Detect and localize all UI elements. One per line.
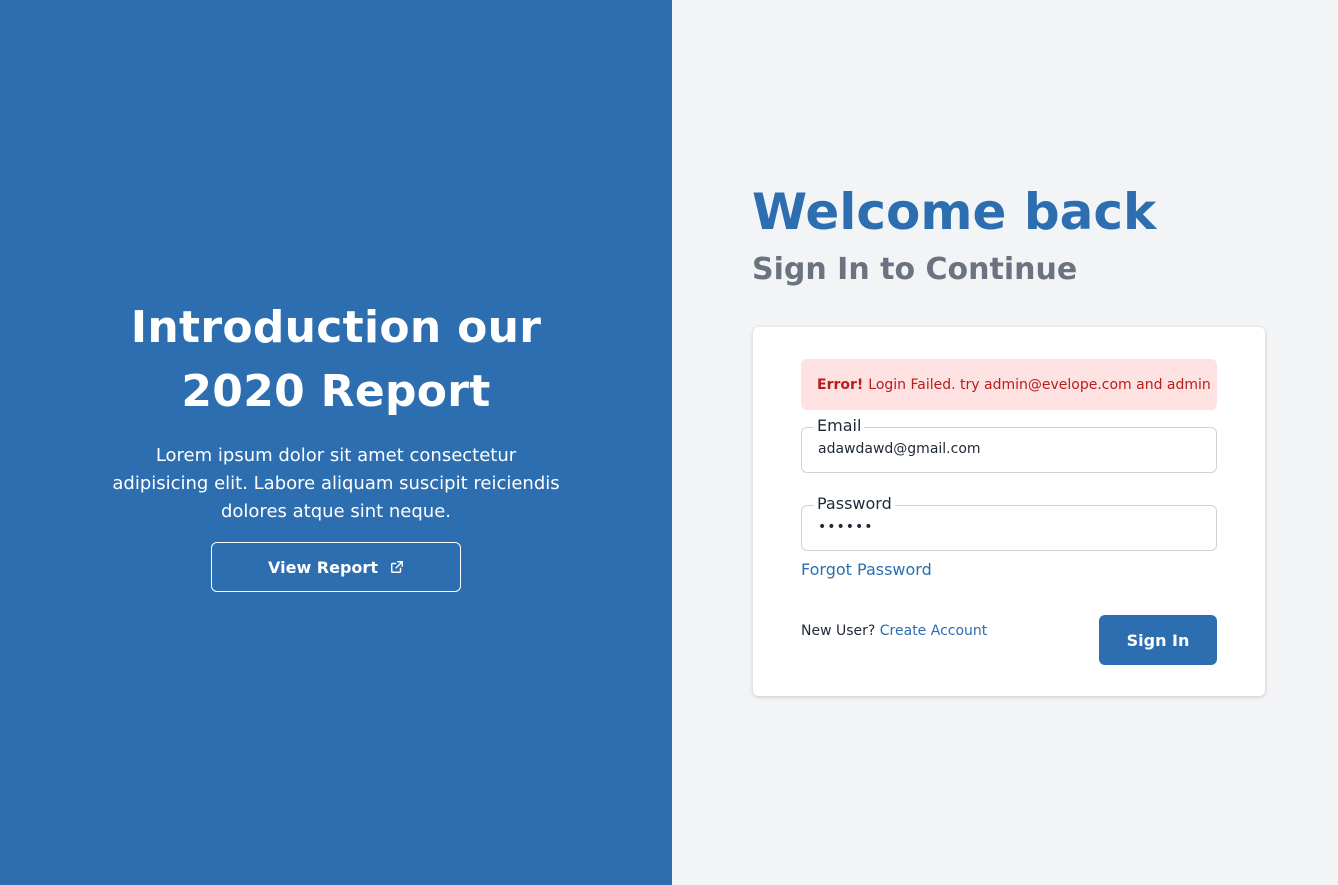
intro-panel: Introduction our 2020 Report Lorem ipsum…: [0, 0, 672, 885]
error-alert: Error! Login Failed. try admin@evelope.c…: [801, 359, 1217, 410]
intro-description: Lorem ipsum dolor sit amet consectetur a…: [112, 445, 560, 522]
view-report-button[interactable]: View Report: [211, 542, 461, 592]
email-input-value[interactable]: adawdawd@gmail.com: [818, 441, 981, 457]
sign-in-button[interactable]: Sign In: [1099, 615, 1217, 665]
password-input-value[interactable]: ••••••: [818, 519, 874, 535]
email-field[interactable]: Email adawdawd@gmail.com: [801, 416, 1217, 473]
new-user-row: New User? Create Account: [801, 623, 987, 639]
new-user-text: New User?: [801, 623, 880, 639]
intro-title-line2: 2020 Report: [181, 366, 491, 417]
email-label: Email: [814, 416, 865, 436]
view-report-label: View Report: [268, 557, 378, 577]
login-card: Error! Login Failed. try admin@evelope.c…: [753, 327, 1265, 696]
signin-subtitle: Sign In to Continue: [752, 252, 1078, 287]
create-account-link[interactable]: Create Account: [880, 623, 988, 639]
login-panel: Welcome back Sign In to Continue Error! …: [672, 0, 1338, 885]
external-link-icon: [391, 561, 403, 573]
forgot-password-link[interactable]: Forgot Password: [801, 560, 932, 579]
error-message: Login Failed. try admin@evelope.com and …: [868, 376, 1211, 393]
intro-content: Introduction our 2020 Report Lorem ipsum…: [0, 296, 672, 592]
error-prefix: Error!: [817, 376, 864, 393]
password-field[interactable]: Password ••••••: [801, 494, 1217, 551]
intro-title: Introduction our 2020 Report: [86, 296, 586, 424]
password-label: Password: [814, 494, 895, 514]
intro-title-line1: Introduction our: [130, 302, 542, 353]
welcome-heading: Welcome back: [752, 183, 1157, 241]
